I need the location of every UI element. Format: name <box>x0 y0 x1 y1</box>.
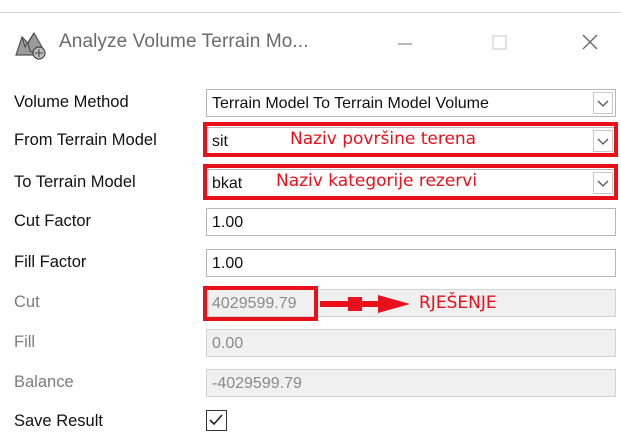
close-icon <box>582 34 598 50</box>
cut-result-annotation: RJEŠENJE <box>419 293 497 313</box>
minimize-icon <box>398 43 412 45</box>
to-terrain-annotation: Naziv kategorije rezervi <box>276 171 478 191</box>
fill-result-field: 0.00 <box>206 329 616 357</box>
from-terrain-model-label: From Terrain Model <box>14 131 157 149</box>
volume-method-select[interactable]: Terrain Model To Terrain Model Volume <box>206 89 616 117</box>
analyze-volume-dialog: Analyze Volume Terrain Mo... Volume Meth… <box>0 0 621 445</box>
save-result-label: Save Result <box>14 412 103 430</box>
fill-factor-value: 1.00 <box>212 255 244 272</box>
fill-factor-label: Fill Factor <box>14 253 87 271</box>
close-button[interactable] <box>566 21 616 65</box>
balance-label: Balance <box>14 373 74 391</box>
volume-method-label: Volume Method <box>14 93 129 111</box>
fill-result-value: 0.00 <box>212 335 244 352</box>
volume-method-value: Terrain Model To Terrain Model Volume <box>212 95 489 112</box>
cut-factor-label: Cut Factor <box>14 212 92 230</box>
cut-factor-input[interactable]: 1.00 <box>206 208 616 236</box>
maximize-button[interactable] <box>474 21 524 65</box>
checkmark-icon <box>209 414 223 426</box>
to-terrain-model-label: To Terrain Model <box>14 173 136 191</box>
window-title: Analyze Volume Terrain Mo... <box>59 31 309 52</box>
balance-result-value: -4029599.79 <box>212 375 302 392</box>
cut-factor-value: 1.00 <box>212 214 244 231</box>
cut-label: Cut <box>14 293 40 311</box>
save-result-checkbox[interactable] <box>206 410 227 431</box>
fill-label: Fill <box>14 333 36 351</box>
minimize-button[interactable] <box>380 21 430 65</box>
from-terrain-annotation: Naziv površine terena <box>290 129 477 149</box>
terrain-volume-app-icon <box>15 31 46 60</box>
maximize-icon <box>492 35 507 50</box>
balance-result-field: -4029599.79 <box>206 369 616 397</box>
cut-result-highlight-box <box>203 286 318 321</box>
fill-factor-input[interactable]: 1.00 <box>206 249 616 277</box>
volume-method-dropdown-button[interactable] <box>593 92 613 114</box>
title-bar[interactable]: Analyze Volume Terrain Mo... <box>0 13 621 79</box>
red-arrow-icon <box>320 295 410 313</box>
chevron-down-icon <box>597 100 609 107</box>
